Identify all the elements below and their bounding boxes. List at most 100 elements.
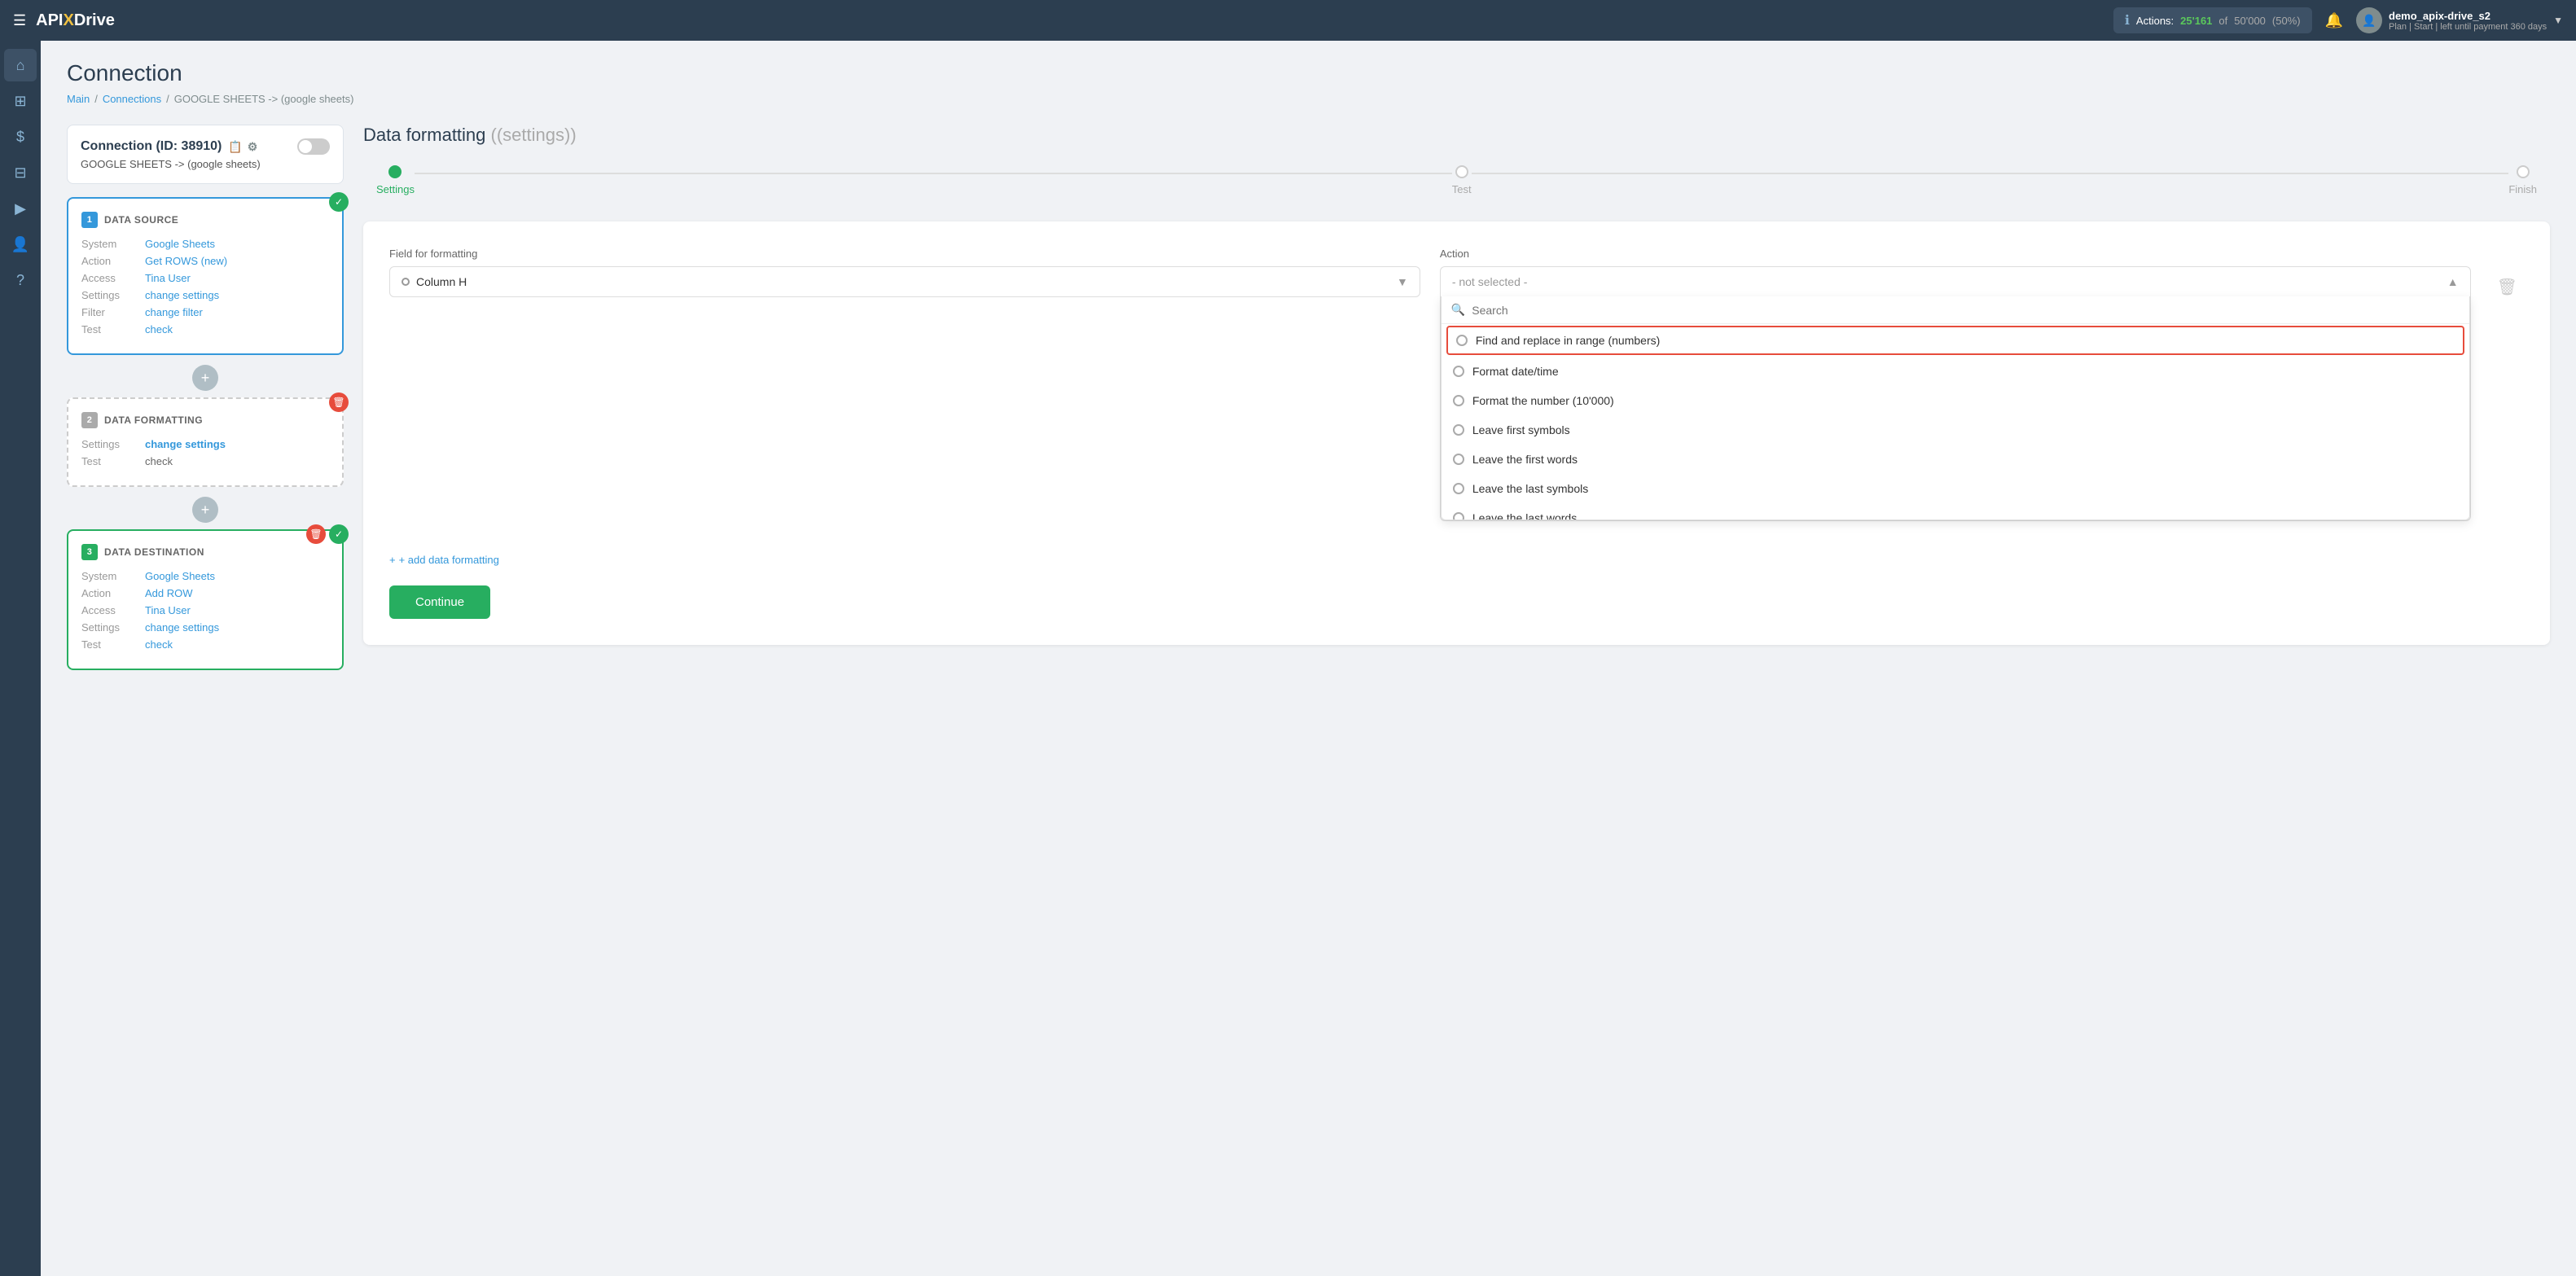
destination-value-settings[interactable]: change settings xyxy=(145,621,219,634)
gear-icon[interactable]: ⚙ xyxy=(248,140,258,154)
connection-id-label: Connection (ID: 38910) xyxy=(81,139,222,154)
breadcrumb: Main / Connections / GOOGLE SHEETS -> (g… xyxy=(67,93,2550,105)
action-label: Action xyxy=(1440,248,2471,260)
actions-badge: ℹ Actions: 25'161 of 50'000 (50%) xyxy=(2113,7,2312,33)
sidebar-item-play[interactable]: ▶ xyxy=(4,192,37,225)
sidebar-item-tasks[interactable]: ⊟ xyxy=(4,156,37,189)
destination-value-test[interactable]: check xyxy=(145,638,173,651)
action-chevron-icon: ▲ xyxy=(2447,275,2459,288)
datasource-title: DATA SOURCE xyxy=(104,214,178,226)
data-destination-card: ✓ 🗑 3 DATA DESTINATION System Google She… xyxy=(67,529,344,670)
action-select-header[interactable]: - not selected - ▲ xyxy=(1441,267,2470,296)
breadcrumb-current: GOOGLE SHEETS -> (google sheets) xyxy=(174,93,354,105)
copy-icon[interactable]: 📋 xyxy=(228,140,242,154)
content-layout: Connection (ID: 38910) 📋 ⚙ GOOGLE SHEETS… xyxy=(67,125,2550,680)
destination-label-test: Test xyxy=(81,638,138,651)
dropdown-item-label-0: Find and replace in range (numbers) xyxy=(1476,334,1660,347)
dropdown-item-1[interactable]: Format date/time xyxy=(1442,357,2469,386)
field-value: Column H xyxy=(416,275,1397,288)
destination-value-access[interactable]: Tina User xyxy=(145,604,191,616)
datasource-value-access[interactable]: Tina User xyxy=(145,272,191,284)
datasource-value-settings[interactable]: change settings xyxy=(145,289,219,301)
top-navigation: ☰ APIXDrive ℹ Actions: 25'161 of 50'000 … xyxy=(0,0,2576,41)
dropdown-item-3[interactable]: Leave first symbols xyxy=(1442,415,2469,445)
datasource-label-test: Test xyxy=(81,323,138,335)
connection-header: Connection (ID: 38910) 📋 ⚙ GOOGLE SHEETS… xyxy=(67,125,344,184)
datasource-value-action[interactable]: Get ROWS (new) xyxy=(145,255,227,267)
dropdown-list: Find and replace in range (numbers) Form… xyxy=(1442,324,2469,520)
formatting-delete-btn[interactable]: 🗑 xyxy=(329,392,349,412)
progress-label-settings: Settings xyxy=(376,183,415,195)
logo[interactable]: ☰ APIXDrive xyxy=(13,11,115,30)
destination-label-system: System xyxy=(81,570,138,582)
sidebar-item-profile[interactable]: 👤 xyxy=(4,228,37,261)
hamburger-icon[interactable]: ☰ xyxy=(13,12,26,29)
dropdown-item-2[interactable]: Format the number (10'000) xyxy=(1442,386,2469,415)
radio-icon-4 xyxy=(1453,454,1464,465)
destination-value-system[interactable]: Google Sheets xyxy=(145,570,215,582)
dropdown-item-5[interactable]: Leave the last symbols xyxy=(1442,474,2469,503)
formatting-row-settings: Settings change settings xyxy=(81,438,329,450)
sidebar-item-help[interactable]: ? xyxy=(4,264,37,296)
search-input[interactable] xyxy=(1472,304,2459,317)
dropdown-item-6[interactable]: Leave the last words xyxy=(1442,503,2469,520)
radio-icon-1 xyxy=(1453,366,1464,377)
connection-subtitle: GOOGLE SHEETS -> (google sheets) xyxy=(81,158,330,170)
datasource-value-test[interactable]: check xyxy=(145,323,173,335)
add-formatting-button[interactable]: + + add data formatting xyxy=(389,554,499,566)
action-select[interactable]: - not selected - ▲ 🔍 xyxy=(1440,266,2471,521)
plus-button-1[interactable]: + xyxy=(192,365,218,391)
datasource-step-num: 1 xyxy=(81,212,98,228)
destination-row-access: Access Tina User xyxy=(81,604,329,616)
section-title-sub: ((settings)) xyxy=(491,125,577,145)
formatting-header: 2 DATA FORMATTING xyxy=(81,412,329,428)
field-select[interactable]: Column H ▼ xyxy=(389,266,1420,297)
dropdown-item-0[interactable]: Find and replace in range (numbers) xyxy=(1446,326,2464,355)
actions-label: Actions: xyxy=(2136,15,2174,27)
dropdown-item-4[interactable]: Leave the first words xyxy=(1442,445,2469,474)
datasource-value-system[interactable]: Google Sheets xyxy=(145,238,215,250)
bell-icon[interactable]: 🔔 xyxy=(2325,12,2343,29)
destination-row-action: Action Add ROW xyxy=(81,587,329,599)
progress-label-test: Test xyxy=(1452,183,1472,195)
datasource-value-filter[interactable]: change filter xyxy=(145,306,203,318)
sidebar-item-grid[interactable]: ⊞ xyxy=(4,85,37,117)
progress-step-finish: Finish xyxy=(2508,165,2537,195)
destination-header: 3 DATA DESTINATION xyxy=(81,544,329,560)
destination-label-settings: Settings xyxy=(81,621,138,634)
plus-button-2[interactable]: + xyxy=(192,497,218,523)
dropdown-item-label-4: Leave the first words xyxy=(1472,453,1578,466)
sidebar: ⌂ ⊞ $ ⊟ ▶ 👤 ? xyxy=(0,41,41,1276)
logo-x: X xyxy=(63,11,73,29)
form-row-main: Field for formatting Column H ▼ Action xyxy=(389,248,2524,521)
user-plan: Plan | Start | left until payment 360 da… xyxy=(2389,22,2547,32)
actions-total: 50'000 xyxy=(2234,15,2266,27)
dropdown-menu: 🔍 Find and replace in range (numbers) xyxy=(1441,296,2470,520)
datasource-check-badge: ✓ xyxy=(329,192,349,212)
destination-delete-btn[interactable]: 🗑 xyxy=(306,524,326,544)
continue-button[interactable]: Continue xyxy=(389,585,490,619)
formatting-value-settings[interactable]: change settings xyxy=(145,438,226,450)
destination-value-action[interactable]: Add ROW xyxy=(145,587,193,599)
user-section[interactable]: 👤 demo_apix-drive_s2 Plan | Start | left… xyxy=(2356,7,2563,33)
dropdown-item-label-6: Leave the last words xyxy=(1472,511,1577,520)
breadcrumb-sep2: / xyxy=(166,93,169,105)
sidebar-item-billing[interactable]: $ xyxy=(4,121,37,153)
destination-row-system: System Google Sheets xyxy=(81,570,329,582)
search-icon: 🔍 xyxy=(1451,303,1465,317)
page-title: Connection xyxy=(67,60,2550,86)
breadcrumb-main[interactable]: Main xyxy=(67,93,90,105)
sidebar-item-home[interactable]: ⌂ xyxy=(4,49,37,81)
formatting-row-test: Test check xyxy=(81,455,329,467)
delete-row-button[interactable]: 🗑 xyxy=(2490,270,2524,304)
breadcrumb-connections[interactable]: Connections xyxy=(103,93,161,105)
dropdown-search[interactable]: 🔍 xyxy=(1442,296,2469,324)
toggle-switch[interactable] xyxy=(297,138,330,155)
destination-row-test: Test check xyxy=(81,638,329,651)
user-info: demo_apix-drive_s2 Plan | Start | left u… xyxy=(2389,10,2547,32)
datasource-row-test: Test check xyxy=(81,323,329,335)
datasource-row-filter: Filter change filter xyxy=(81,306,329,318)
datasource-header: 1 DATA SOURCE xyxy=(81,212,329,228)
section-title-main: Data formatting xyxy=(363,125,485,145)
radio-icon-0 xyxy=(1456,335,1468,346)
